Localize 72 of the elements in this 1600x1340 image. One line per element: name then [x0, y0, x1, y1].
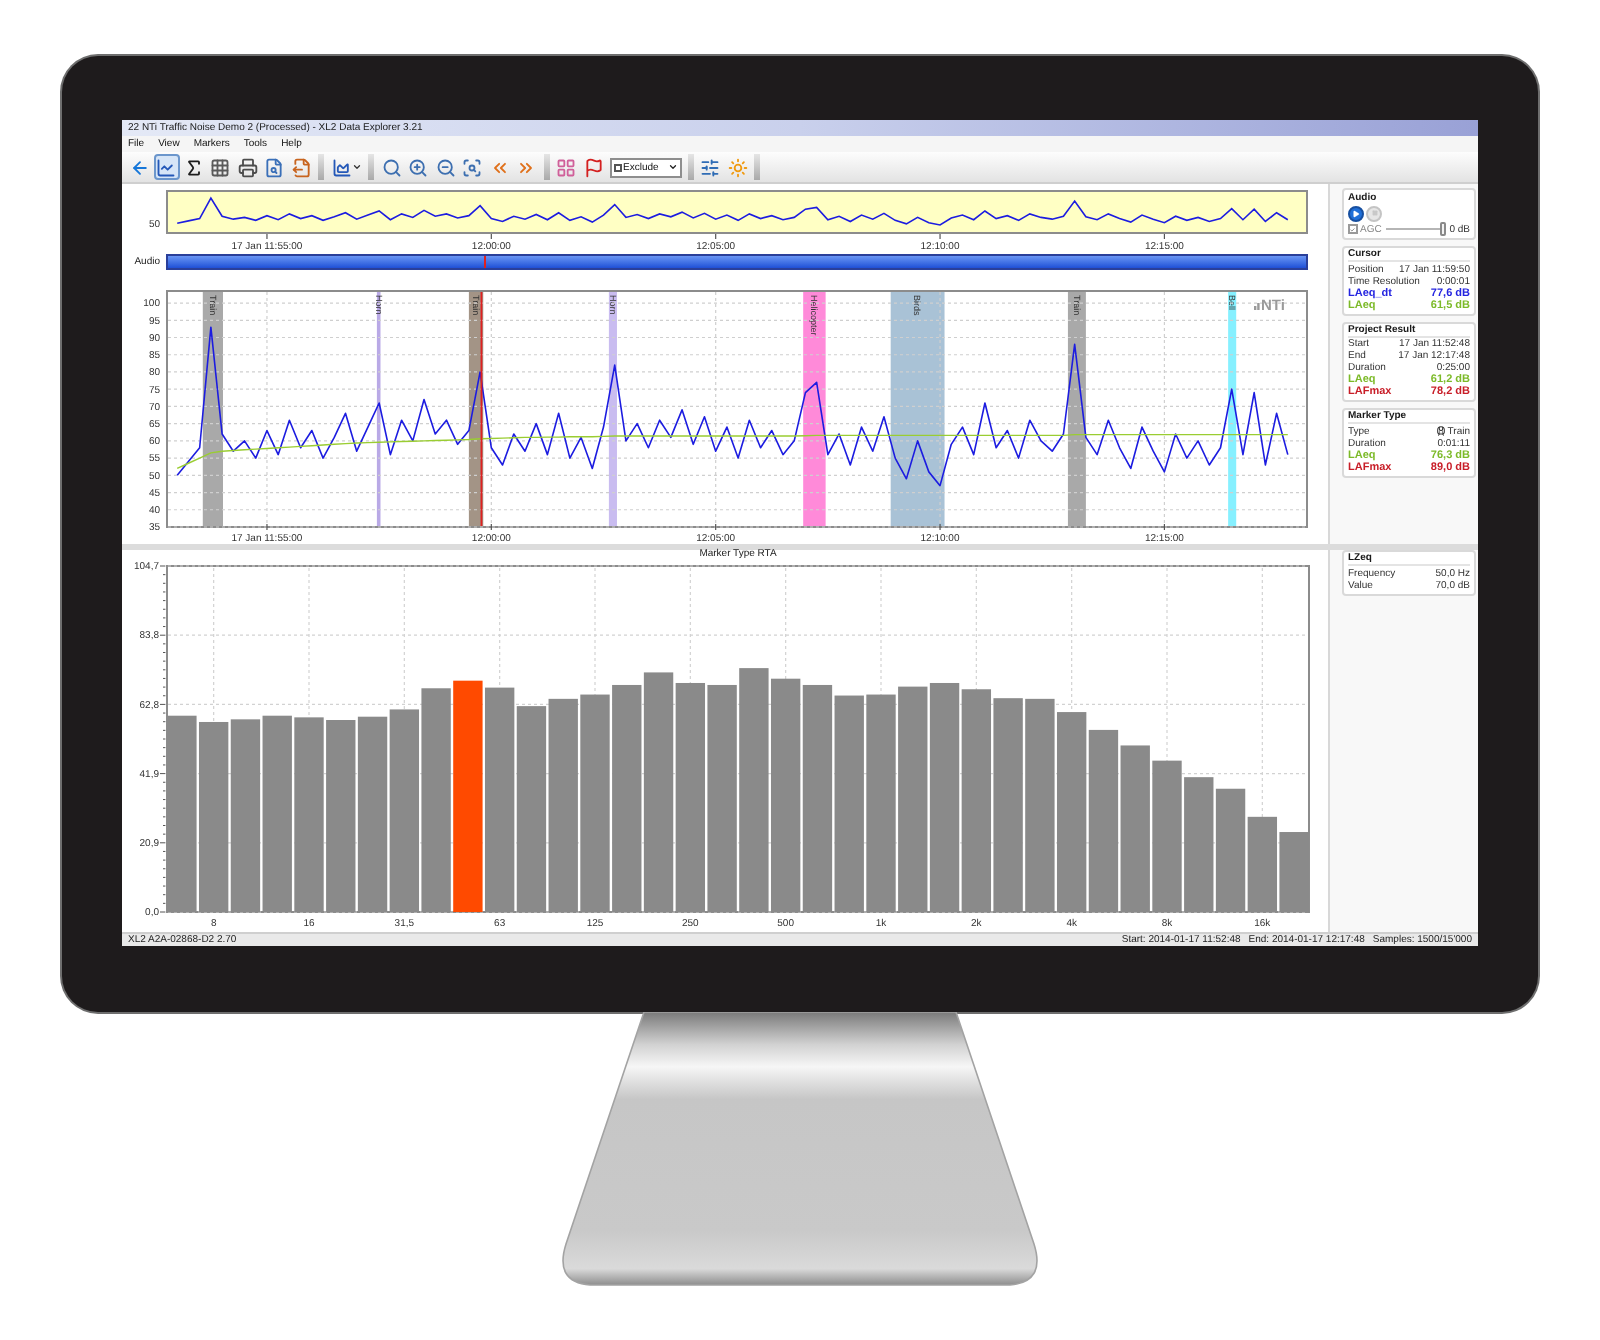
toolbar-button[interactable]: [234, 154, 260, 180]
sigma-icon: [183, 157, 203, 177]
bar[interactable]: [516, 706, 547, 912]
bar[interactable]: [771, 678, 801, 912]
caret-icon: [351, 162, 361, 172]
bar[interactable]: [326, 720, 356, 912]
bar[interactable]: [834, 695, 864, 912]
agc-checkbox[interactable]: [1348, 224, 1357, 234]
bar[interactable]: [993, 698, 1023, 912]
tile-grid-icon: [556, 157, 576, 177]
check-icon: [1350, 225, 1355, 233]
printer-icon: [237, 157, 257, 177]
back-arrow-icon: [129, 157, 149, 177]
zoom-in-icon: [408, 157, 428, 177]
play-button[interactable]: [1348, 205, 1364, 221]
toolbar-button[interactable]: [207, 154, 233, 180]
bar[interactable]: [580, 694, 610, 912]
bar[interactable]: [1088, 729, 1119, 912]
bar[interactable]: [961, 689, 991, 912]
bar[interactable]: [866, 694, 896, 912]
bar[interactable]: [675, 683, 705, 912]
signal-bars-icon: [1254, 303, 1260, 310]
bar[interactable]: [802, 684, 833, 912]
play-icon: [1352, 209, 1360, 217]
document-export-icon: [291, 157, 311, 177]
zoom-out-icon: [435, 157, 455, 177]
bar[interactable]: [1247, 816, 1277, 912]
bar[interactable]: [1057, 712, 1087, 912]
volume-slider[interactable]: [1386, 222, 1447, 236]
stop-icon: [1371, 210, 1377, 216]
bar[interactable]: [453, 680, 483, 912]
double-chevron-left-icon: [489, 157, 509, 177]
bar[interactable]: [548, 698, 578, 912]
checkbox-icon: [613, 163, 621, 171]
slider-thumb[interactable]: [1440, 222, 1447, 236]
sliders-icon: [700, 157, 720, 177]
bar[interactable]: [421, 688, 451, 912]
toolbar-button[interactable]: [328, 154, 364, 180]
bar[interactable]: [898, 686, 928, 912]
bar[interactable]: [389, 709, 419, 912]
search-icon: [381, 157, 401, 177]
bar[interactable]: [1279, 832, 1309, 912]
sun-icon: [727, 157, 747, 177]
line-chart-icon: [156, 157, 176, 177]
bar[interactable]: [167, 715, 197, 912]
overview-plot[interactable]: [166, 190, 1308, 234]
bar[interactable]: [199, 722, 229, 912]
bar[interactable]: [643, 672, 674, 912]
bar[interactable]: [1120, 745, 1150, 912]
zoom-area-icon: [462, 157, 482, 177]
flag-icon: [583, 157, 603, 177]
bar[interactable]: [739, 668, 769, 912]
bar[interactable]: [1025, 698, 1055, 912]
bar[interactable]: [612, 684, 642, 912]
grid-icon: [210, 157, 230, 177]
double-chevron-right-icon: [516, 157, 536, 177]
caret-icon: [667, 162, 677, 172]
area-chart-icon: [331, 157, 351, 177]
bar[interactable]: [929, 683, 960, 912]
cursor-line: [483, 256, 486, 268]
bar[interactable]: [1152, 760, 1182, 912]
bar[interactable]: [294, 717, 324, 912]
audio-track-bar[interactable]: [166, 254, 1308, 270]
bar[interactable]: [1184, 777, 1214, 912]
bar[interactable]: [485, 687, 515, 912]
bar[interactable]: [262, 715, 292, 912]
bar[interactable]: [707, 684, 737, 912]
bar[interactable]: [357, 716, 388, 912]
document-search-icon: [264, 157, 284, 177]
bar[interactable]: [1215, 788, 1246, 912]
train-icon: [1435, 426, 1446, 436]
bar[interactable]: [230, 719, 261, 912]
